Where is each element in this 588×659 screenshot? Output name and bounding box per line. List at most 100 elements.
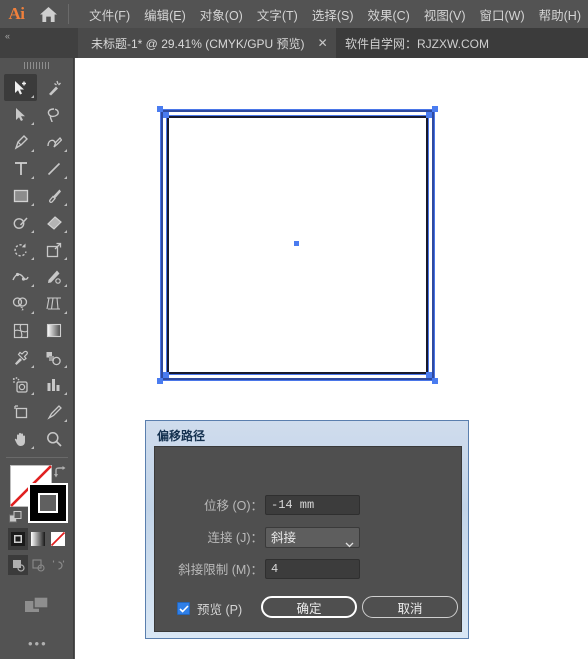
tool-flyout-indicator — [64, 203, 67, 206]
preview-checkbox-wrap[interactable]: 预览 (P) — [177, 599, 242, 618]
symbol-sprayer-tool[interactable] — [4, 371, 37, 398]
menu-bar: Ai 文件(F) 编辑(E) 对象(O) 文字(T) 选择(S) 效果(C) 视… — [0, 0, 588, 28]
fill-swatch-inner — [38, 493, 58, 513]
magic-wand-tool[interactable] — [37, 74, 70, 101]
menu-item-select[interactable]: 选择(S) — [305, 2, 361, 27]
menu-item-help[interactable]: 帮助(H) — [532, 2, 588, 27]
artboard-tool[interactable] — [4, 398, 37, 425]
tool-flyout-indicator — [64, 149, 67, 152]
tool-flyout-indicator — [31, 284, 34, 287]
illustrator-window: Ai 文件(F) 编辑(E) 对象(O) 文字(T) 选择(S) 效果(C) 视… — [0, 0, 588, 659]
tool-flyout-indicator — [64, 365, 67, 368]
column-graph-tool[interactable] — [37, 371, 70, 398]
anchor-handle[interactable] — [163, 112, 169, 118]
tool-flyout-indicator — [64, 311, 67, 314]
tool-flyout-indicator — [31, 446, 34, 449]
draw-behind-button[interactable] — [28, 555, 48, 575]
rotate-tool[interactable] — [4, 236, 37, 263]
center-anchor-point[interactable] — [294, 241, 299, 246]
direct-selection-tool[interactable] — [4, 101, 37, 128]
curvature-tool[interactable] — [37, 128, 70, 155]
tools-panel-drag-handle[interactable] — [24, 62, 50, 69]
preview-checkbox[interactable] — [177, 602, 190, 615]
pen-tool[interactable] — [4, 128, 37, 155]
dialog-body: 位移 (O)： -14 mm 连接 (J)： 斜接 斜接限制 (M)： 4 预览… — [154, 446, 462, 632]
preview-label: 预览 (P) — [197, 603, 243, 617]
document-tab[interactable]: 未标题-1* @ 29.41% (CMYK/GPU 预览) ✕ — [78, 28, 336, 58]
shape-builder-tool[interactable] — [4, 290, 37, 317]
cancel-button[interactable]: 取消 — [362, 596, 458, 618]
joins-row: 连接 (J)： 斜接 — [155, 527, 445, 548]
tool-grid — [4, 74, 70, 452]
tool-flyout-indicator — [31, 203, 34, 206]
tool-flyout-indicator — [64, 392, 67, 395]
menu-item-object[interactable]: 对象(O) — [193, 2, 250, 27]
tool-flyout-indicator — [31, 311, 34, 314]
scale-tool[interactable] — [37, 236, 70, 263]
tool-flyout-indicator — [31, 176, 34, 179]
menu-item-window[interactable]: 窗口(W) — [473, 2, 532, 27]
gradient-mode-button[interactable] — [28, 528, 48, 550]
tool-flyout-indicator — [64, 176, 67, 179]
home-icon[interactable] — [33, 0, 64, 28]
fill-mode-row — [8, 528, 68, 550]
fill-swatch[interactable] — [28, 483, 68, 523]
anchor-handle[interactable] — [426, 112, 432, 118]
close-icon[interactable]: ✕ — [318, 36, 328, 50]
draw-normal-button[interactable] — [8, 555, 28, 575]
shaper-tool[interactable] — [4, 209, 37, 236]
line-segment-tool[interactable] — [37, 155, 70, 182]
anchor-handle[interactable] — [157, 378, 163, 384]
swap-fill-stroke-icon[interactable] — [53, 465, 67, 479]
more-tools-icon[interactable]: ••• — [28, 636, 48, 651]
none-mode-button[interactable] — [48, 528, 68, 550]
offset-row: 位移 (O)： -14 mm — [155, 495, 445, 515]
zoom-tool[interactable] — [37, 425, 70, 452]
type-tool[interactable] — [4, 155, 37, 182]
offset-input[interactable]: -14 mm — [265, 495, 360, 515]
selection-plus-tool[interactable] — [4, 74, 37, 101]
menu-item-effect[interactable]: 效果(C) — [360, 2, 416, 27]
rectangle-tool[interactable] — [4, 182, 37, 209]
blend-tool[interactable] — [37, 344, 70, 371]
tool-flyout-indicator — [31, 149, 34, 152]
offset-path-dialog: 偏移路径 位移 (O)： -14 mm 连接 (J)： 斜接 斜接限制 (M)：… — [145, 420, 469, 639]
color-mode-button[interactable] — [8, 528, 28, 550]
tool-flyout-indicator — [64, 419, 67, 422]
ok-button[interactable]: 确定 — [261, 596, 357, 618]
collapse-panel-icon[interactable]: « — [5, 32, 10, 41]
menu-item-view[interactable]: 视图(V) — [417, 2, 473, 27]
tab-bar: « 未标题-1* @ 29.41% (CMYK/GPU 预览) ✕ 软件自学网：… — [0, 28, 588, 58]
menu-item-file[interactable]: 文件(F) — [82, 2, 137, 27]
perspective-grid-tool[interactable] — [37, 290, 70, 317]
menu-divider — [68, 4, 70, 24]
anchor-handle[interactable] — [426, 372, 432, 378]
tool-flyout-indicator — [31, 257, 34, 260]
tool-flyout-indicator — [31, 230, 34, 233]
menu-item-type[interactable]: 文字(T) — [250, 2, 305, 27]
free-transform-tool[interactable] — [37, 263, 70, 290]
miter-limit-row: 斜接限制 (M)： 4 — [155, 559, 445, 579]
gradient-tool[interactable] — [37, 317, 70, 344]
miter-limit-input[interactable]: 4 — [265, 559, 360, 579]
anchor-handle[interactable] — [163, 372, 169, 378]
screen-mode-button[interactable] — [24, 596, 50, 616]
default-fill-stroke-icon[interactable] — [9, 511, 23, 525]
eyedropper-tool[interactable] — [4, 344, 37, 371]
joins-select[interactable]: 斜接 — [265, 527, 360, 548]
anchor-handle[interactable] — [432, 378, 438, 384]
joins-label: 连接 (J)： — [207, 531, 263, 545]
anchor-handle[interactable] — [432, 106, 438, 112]
lasso-tool[interactable] — [37, 101, 70, 128]
eraser-tool[interactable] — [37, 209, 70, 236]
menu-item-list: 文件(F) 编辑(E) 对象(O) 文字(T) 选择(S) 效果(C) 视图(V… — [82, 2, 588, 27]
paintbrush-tool[interactable] — [37, 182, 70, 209]
draw-inside-button[interactable] — [48, 555, 68, 575]
menu-item-edit[interactable]: 编辑(E) — [137, 2, 193, 27]
tool-flyout-indicator — [64, 284, 67, 287]
hand-tool[interactable] — [4, 425, 37, 452]
miter-limit-label: 斜接限制 (M)： — [178, 563, 263, 577]
slice-tool[interactable] — [37, 398, 70, 425]
width-tool[interactable] — [4, 263, 37, 290]
mesh-tool[interactable] — [4, 317, 37, 344]
